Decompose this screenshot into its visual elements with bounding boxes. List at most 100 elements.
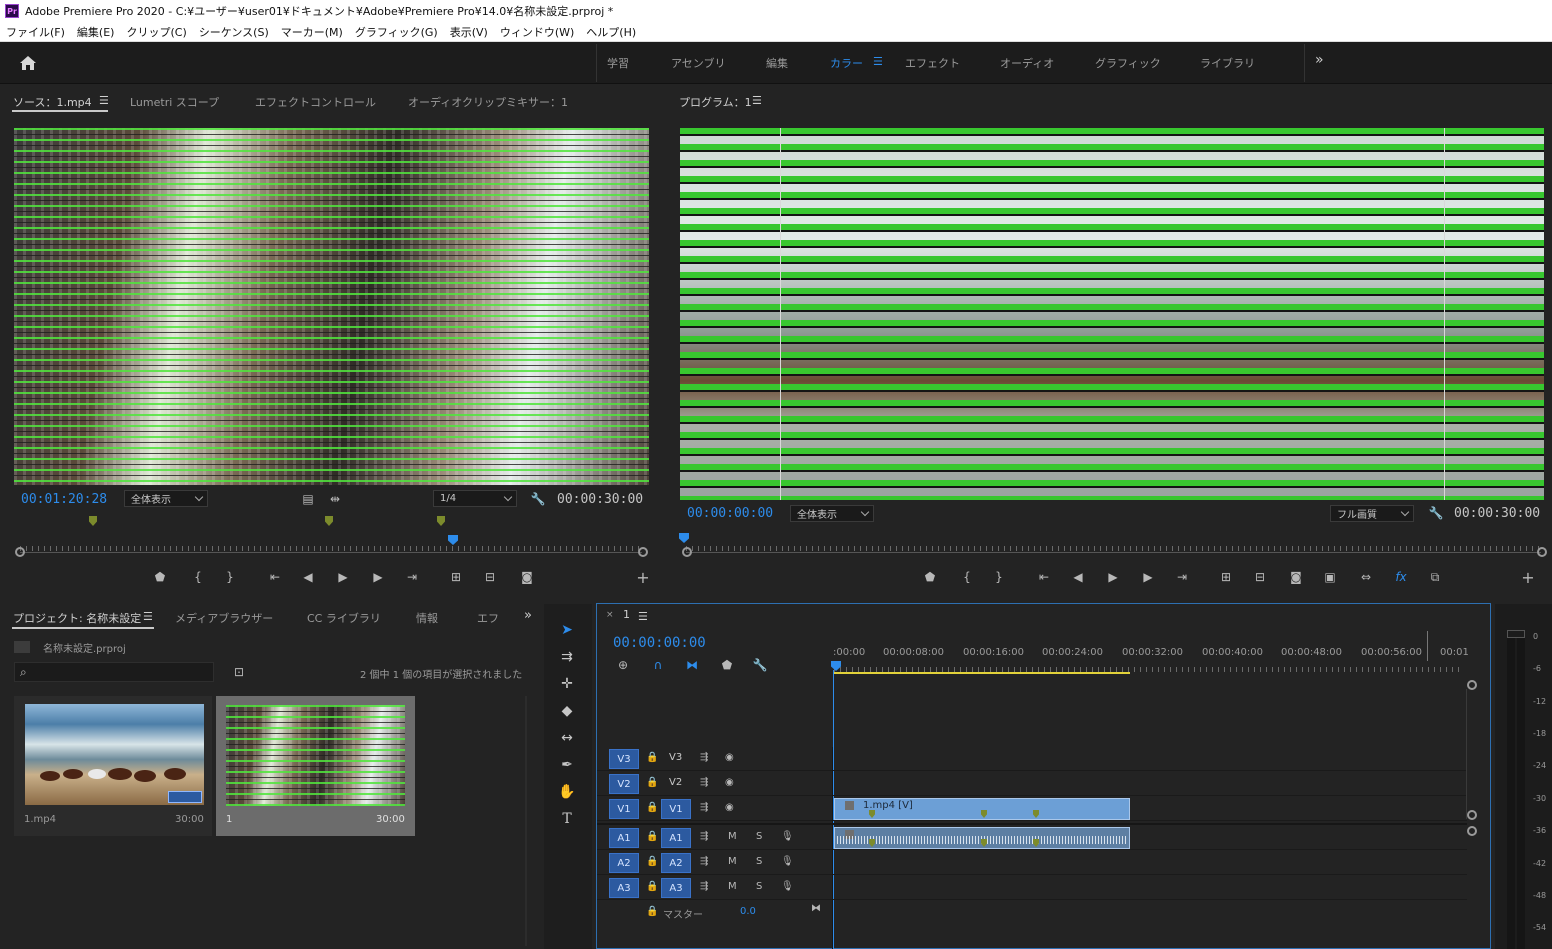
- project-item-sequence-1[interactable]: 1 30:00: [216, 696, 415, 836]
- tab-lumetri-scopes[interactable]: Lumetri スコープ: [130, 94, 219, 110]
- add-marker-icon[interactable]: ⬟: [717, 656, 737, 674]
- microphone-icon[interactable]: 🎙: [781, 831, 794, 842]
- scroll-handle-left[interactable]: [15, 547, 25, 557]
- clip-marker[interactable]: [325, 516, 333, 526]
- track-target-a1[interactable]: A1: [661, 828, 691, 848]
- tab-effects[interactable]: エフ: [477, 610, 499, 626]
- menu-clip[interactable]: クリップ(C): [120, 24, 192, 40]
- go-to-out-icon[interactable]: ⇥: [402, 568, 422, 586]
- menu-marker[interactable]: マーカー(M): [275, 24, 349, 40]
- workspace-audio[interactable]: オーディオ: [1000, 55, 1054, 71]
- source-panel-menu-icon[interactable]: ☰: [99, 94, 109, 107]
- program-playhead-timecode[interactable]: 00:00:00:00: [687, 506, 773, 521]
- sync-lock-icon[interactable]: ⇶: [700, 752, 708, 763]
- step-forward-icon[interactable]: ▶: [368, 568, 388, 586]
- workspace-overflow-button[interactable]: »: [1315, 52, 1324, 68]
- eye-icon[interactable]: ◉: [725, 802, 734, 813]
- step-back-icon[interactable]: ◀: [1068, 568, 1088, 586]
- track-target-v1[interactable]: V1: [661, 799, 691, 819]
- pen-tool-icon[interactable]: ✒: [556, 755, 578, 775]
- sync-lock-icon[interactable]: ⇶: [700, 802, 708, 813]
- close-sequence-icon[interactable]: ×: [606, 610, 614, 620]
- play-icon[interactable]: ▶: [333, 568, 353, 586]
- timeline-settings-wrench-icon[interactable]: 🔧: [750, 656, 770, 674]
- timeline-playhead-timecode[interactable]: 00:00:00:00: [613, 635, 706, 651]
- clip-marker[interactable]: [1033, 810, 1039, 818]
- program-time-ruler[interactable]: [686, 541, 1541, 551]
- go-to-out-icon[interactable]: ⇥: [1172, 568, 1192, 586]
- video-audio-divider[interactable]: [597, 823, 1467, 825]
- tab-sequence[interactable]: 1: [623, 608, 630, 621]
- add-marker-icon[interactable]: ⬟: [150, 568, 170, 586]
- program-fit-dropdown[interactable]: 全体表示: [790, 505, 874, 522]
- track-name[interactable]: V2: [669, 777, 682, 788]
- source-patch-a1[interactable]: A1: [609, 828, 639, 848]
- video-zoom-handle[interactable]: [1467, 680, 1477, 690]
- export-frame-camera-icon[interactable]: ◙: [517, 568, 537, 586]
- tab-audio-clip-mixer[interactable]: オーディオクリップミキサー：1: [408, 94, 568, 110]
- button-editor-plus-icon[interactable]: +: [633, 568, 653, 587]
- go-to-in-icon[interactable]: ⇤: [265, 568, 285, 586]
- workspace-editing[interactable]: 編集: [766, 55, 788, 71]
- program-settings-wrench-icon[interactable]: 🔧: [1426, 504, 1446, 522]
- menu-edit[interactable]: 編集(E): [71, 24, 121, 40]
- step-forward-icon[interactable]: ▶: [1138, 568, 1158, 586]
- drag-video-icon[interactable]: ▤: [298, 490, 318, 508]
- scroll-handle-left[interactable]: [682, 547, 692, 557]
- microphone-icon[interactable]: 🎙: [781, 856, 794, 867]
- workspace-color[interactable]: カラー: [830, 55, 863, 71]
- mute-button[interactable]: M: [728, 881, 737, 892]
- microphone-icon[interactable]: 🎙: [781, 881, 794, 892]
- source-playhead-timecode[interactable]: 00:01:20:28: [21, 492, 107, 507]
- source-patch-v2[interactable]: V2: [609, 774, 639, 794]
- fx-toggle-icon[interactable]: fx: [1391, 568, 1411, 586]
- source-patch-v1[interactable]: V1: [609, 799, 639, 819]
- step-back-icon[interactable]: ◀: [298, 568, 318, 586]
- timeline-time-ruler[interactable]: [834, 662, 1464, 672]
- tab-program[interactable]: プログラム：1: [679, 94, 752, 110]
- insert-icon[interactable]: ⊞: [446, 568, 466, 586]
- workspace-learn[interactable]: 学習: [607, 55, 629, 71]
- audio-zoom-handle[interactable]: [1467, 826, 1477, 836]
- clip-marker[interactable]: [1033, 839, 1039, 847]
- lock-icon[interactable]: 🔒: [646, 831, 658, 842]
- source-settings-wrench-icon[interactable]: 🔧: [528, 490, 548, 508]
- menu-sequence[interactable]: シーケンス(S): [193, 24, 275, 40]
- sync-lock-icon[interactable]: ⇶: [700, 881, 708, 892]
- comparison-view-icon[interactable]: ▣: [1320, 568, 1340, 586]
- video-scrollbar[interactable]: [1466, 689, 1467, 819]
- track-target-a2[interactable]: A2: [661, 853, 691, 873]
- go-to-in-icon[interactable]: ⇤: [1034, 568, 1054, 586]
- eye-icon[interactable]: ◉: [725, 752, 734, 763]
- clip-marker[interactable]: [869, 810, 875, 818]
- multicam-icon[interactable]: ⧉: [1425, 568, 1445, 586]
- tab-media-browser[interactable]: メディアブラウザー: [175, 610, 273, 626]
- video-zoom-handle[interactable]: [1467, 810, 1477, 820]
- go-to-end-icon[interactable]: ⧓: [811, 903, 821, 914]
- source-time-ruler[interactable]: [20, 541, 642, 551]
- tab-source[interactable]: ソース：1.mp4: [13, 94, 92, 110]
- home-button[interactable]: [8, 52, 48, 74]
- workspace-menu-icon[interactable]: ☰: [873, 55, 883, 68]
- mark-in-icon[interactable]: {: [957, 568, 977, 586]
- source-resolution-dropdown[interactable]: 1/4: [433, 490, 517, 507]
- drag-audio-icon[interactable]: ⇹: [325, 490, 345, 508]
- trim-icon[interactable]: ⇔: [1356, 568, 1376, 586]
- menu-view[interactable]: 表示(V): [444, 24, 494, 40]
- clip-marker[interactable]: [89, 516, 97, 526]
- track-target-a3[interactable]: A3: [661, 878, 691, 898]
- play-icon[interactable]: ▶: [1103, 568, 1123, 586]
- overwrite-icon[interactable]: ⊟: [480, 568, 500, 586]
- workspace-effects[interactable]: エフェクト: [905, 55, 960, 71]
- mute-button[interactable]: M: [728, 856, 737, 867]
- linked-selection-icon[interactable]: ⧓: [682, 656, 702, 674]
- clip-marker[interactable]: [981, 810, 987, 818]
- source-patch-a2[interactable]: A2: [609, 853, 639, 873]
- track-name[interactable]: V3: [669, 752, 682, 763]
- type-tool-icon[interactable]: T: [556, 809, 578, 829]
- workspace-libraries[interactable]: ライブラリ: [1200, 55, 1255, 71]
- workspace-graphics[interactable]: グラフィック: [1095, 55, 1161, 71]
- slip-tool-icon[interactable]: ↔: [556, 728, 578, 748]
- sync-lock-icon[interactable]: ⇶: [700, 777, 708, 788]
- mute-button[interactable]: M: [728, 831, 737, 842]
